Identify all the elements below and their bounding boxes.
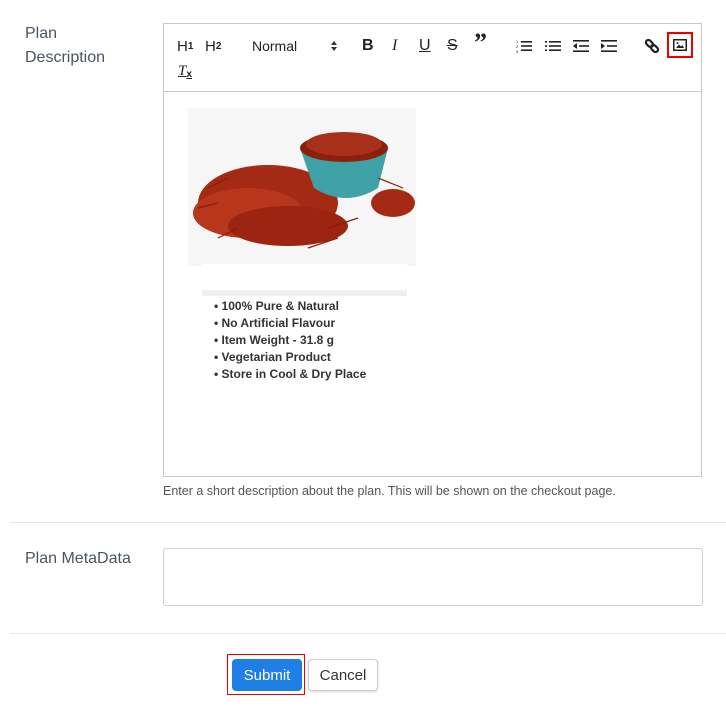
list-item: Item Weight - 31.8 g (214, 332, 366, 349)
ordered-list-button[interactable]: 123 (516, 35, 532, 57)
heading-2-sub: 2 (215, 40, 222, 52)
image-caption-bar (202, 290, 407, 296)
cancel-button[interactable]: Cancel (308, 659, 378, 691)
heading-2-label: H (205, 37, 216, 55)
submit-button[interactable]: Submit (232, 659, 302, 691)
outdent-button[interactable] (573, 35, 589, 57)
product-features-list: 100% Pure & Natural No Artificial Flavou… (214, 298, 367, 383)
bullet-list-icon (545, 41, 561, 51)
strike-button[interactable]: S (447, 35, 458, 57)
plan-description-label: Plan Description (25, 25, 106, 66)
editor-toolbar: H1 H2 Normal B I U S ” 123 Tx (164, 24, 701, 92)
rich-text-editor: H1 H2 Normal B I U S ” 123 Tx • 100% Pur… (163, 23, 702, 477)
link-icon (644, 38, 660, 54)
ordered-list-icon: 123 (516, 39, 532, 53)
italic-button[interactable]: I (392, 35, 397, 57)
format-select[interactable]: Normal (252, 35, 338, 57)
bullet-list-button[interactable] (545, 35, 561, 57)
image-button[interactable] (667, 32, 693, 58)
heading-2-button[interactable]: H2 (205, 35, 221, 57)
list-item: Vegetarian Product (214, 349, 366, 366)
image-icon (673, 39, 687, 51)
list-item: No Artificial Flavour (214, 315, 366, 332)
indent-icon (601, 40, 617, 52)
bold-button[interactable]: B (362, 35, 374, 57)
outdent-icon (573, 40, 589, 52)
format-select-value: Normal (252, 38, 298, 54)
heading-1-sub: 1 (187, 40, 194, 52)
clear-format-button[interactable]: Tx (178, 60, 192, 82)
section-divider (10, 522, 726, 523)
underline-button[interactable]: U (419, 35, 431, 57)
plan-metadata-input[interactable] (163, 548, 703, 606)
editor-content[interactable]: 100% Pure & Natural No Artificial Flavou… (164, 92, 701, 478)
indent-button[interactable] (601, 35, 617, 57)
heading-1-button[interactable]: H1 (177, 35, 193, 57)
plan-metadata-label: Plan MetaData (25, 550, 131, 567)
svg-text:3: 3 (516, 49, 519, 53)
list-item: 100% Pure & Natural (214, 298, 366, 315)
section-divider (10, 633, 726, 634)
blockquote-button[interactable]: ” (474, 28, 487, 57)
heading-1-label: H (177, 37, 188, 55)
product-image (188, 108, 416, 266)
link-button[interactable] (644, 35, 660, 57)
list-item: Store in Cool & Dry Place (214, 366, 367, 383)
select-arrows-icon (330, 40, 338, 52)
description-help-text: Enter a short description about the plan… (163, 484, 616, 498)
